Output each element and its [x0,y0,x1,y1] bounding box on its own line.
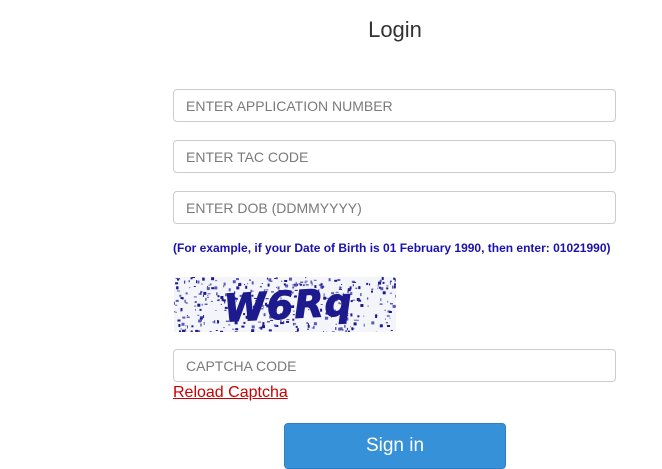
sign-in-button[interactable]: Sign in [284,423,506,469]
captcha-text: W6Rq [223,280,354,331]
tac-code-input[interactable] [173,140,616,173]
dob-input[interactable] [173,191,616,224]
application-number-input[interactable] [173,89,616,122]
captcha-image: W6Rq [174,277,396,332]
dob-format-hint: (For example, if your Date of Birth is 0… [173,241,611,255]
captcha-input[interactable] [173,349,616,382]
page-title: Login [0,17,662,43]
reload-captcha-link[interactable]: Reload Captcha [173,384,288,402]
